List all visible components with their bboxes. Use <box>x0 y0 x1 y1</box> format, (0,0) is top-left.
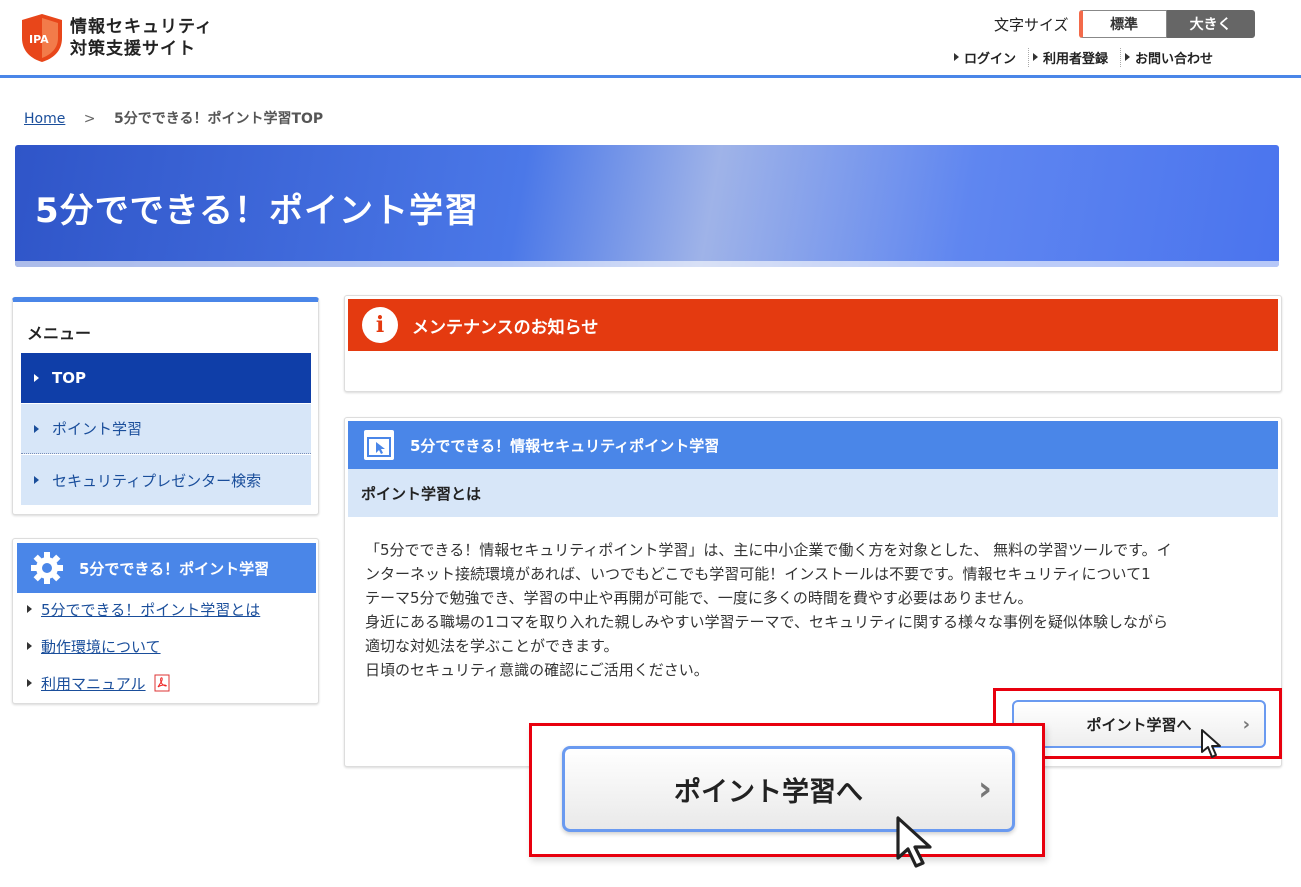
ipa-shield-icon: IPA <box>22 14 62 62</box>
learning-panel-subtitle: ポイント学習とは <box>348 469 1278 517</box>
mouse-cursor-icon-zoomed <box>896 816 932 868</box>
page-banner: 5分でできる！ポイント学習 <box>15 145 1279 267</box>
description-line: 身近にある職場の1コマを取り入れた親しみやすい学習テーマで、セキュリティに関する… <box>365 613 1169 631</box>
header-links: ログイン 利用者登録 お問い合わせ <box>950 48 1225 67</box>
sidebar-section-header: 5分でできる！ポイント学習 <box>17 543 316 593</box>
description-line: 適切な対処法を学ぶことができます。 <box>365 637 619 655</box>
login-link[interactable]: ログイン <box>950 48 1030 67</box>
contact-link[interactable]: お問い合わせ <box>1121 48 1225 67</box>
breadcrumb-home-link[interactable]: Home <box>24 111 65 127</box>
logo-line1: 情報セキュリティ <box>70 17 213 37</box>
menu-title: メニュー <box>27 324 92 343</box>
site-logo[interactable]: IPA 情報セキュリティ 対策支援サイト <box>20 12 213 64</box>
maintenance-title: メンテナンスのお知らせ <box>412 317 599 338</box>
sidebar-menu: メニュー TOP ポイント学習 セキュリティプレゼンター検索 <box>12 297 319 515</box>
learning-panel-title: 5分でできる！情報セキュリティポイント学習 <box>410 436 720 455</box>
maintenance-header: i メンテナンスのお知らせ <box>348 299 1278 351</box>
site-header: IPA 情報セキュリティ 対策支援サイト 文字サイズ 標準 大きく ログイン 利… <box>0 0 1301 78</box>
sidebar-section-point-learning: 5分でできる！ポイント学習 5分でできる！ポイント学習とは 動作環境について 利… <box>12 538 319 704</box>
gear-icon <box>31 552 63 584</box>
go-to-point-learning-button[interactable]: ポイント学習へ › <box>1012 700 1266 748</box>
breadcrumb-current: 5分でできる！ポイント学習TOP <box>113 111 324 127</box>
register-link[interactable]: 利用者登録 <box>1029 48 1122 67</box>
chevron-right-icon: › <box>977 769 992 809</box>
sidebar-link-about: 5分でできる！ポイント学習とは <box>27 599 260 620</box>
environment-link[interactable]: 動作環境について <box>41 638 161 656</box>
font-size-large-button[interactable]: 大きく <box>1166 10 1255 38</box>
description-line: ンターネット接続環境があれば、いつでもどこでも学習可能！インストールは不要です。… <box>365 565 1151 583</box>
font-size-label: 文字サイズ <box>994 15 1069 34</box>
font-size-standard-button[interactable]: 標準 <box>1078 10 1167 38</box>
chevron-right-icon: › <box>1242 714 1250 735</box>
description-line: 日頃のセキュリティ意識の確認にご活用ください。 <box>365 661 709 679</box>
learning-panel-header: 5分でできる！情報セキュリティポイント学習 <box>348 421 1278 469</box>
sidebar-item-point-learning[interactable]: ポイント学習 <box>21 404 311 454</box>
font-size-switcher: 文字サイズ 標準 大きく <box>994 10 1255 38</box>
breadcrumb-separator: > <box>83 111 96 127</box>
sidebar-item-presenter-search[interactable]: セキュリティプレゼンター検索 <box>21 455 311 505</box>
description-line: テーマ5分で勉強でき、学習の中止や再開が可能で、一度に多くの時間を費やす必要はあ… <box>365 589 1033 607</box>
logo-line2: 対策支援サイト <box>70 39 196 59</box>
breadcrumb: Home > 5分でできる！ポイント学習TOP <box>24 108 323 128</box>
maintenance-notice: i メンテナンスのお知らせ <box>344 295 1282 392</box>
window-cursor-icon <box>364 430 394 460</box>
go-to-point-learning-zoom-label: ポイント学習へ <box>674 776 863 808</box>
page-title: 5分でできる！ポイント学習 <box>35 191 479 231</box>
go-to-point-learning-label: ポイント学習へ <box>1086 715 1192 734</box>
about-link[interactable]: 5分でできる！ポイント学習とは <box>41 601 260 619</box>
sidebar-link-manual: 利用マニュアル <box>27 673 170 694</box>
sidebar-link-environment: 動作環境について <box>27 636 161 657</box>
learning-description: 「5分でできる！情報セキュリティポイント学習」は、主に中小企業で働く方を対象とし… <box>365 538 1265 682</box>
go-to-point-learning-button-zoomed[interactable]: ポイント学習へ › <box>562 746 1015 832</box>
manual-link[interactable]: 利用マニュアル <box>41 675 146 693</box>
sidebar-item-top[interactable]: TOP <box>21 353 311 403</box>
logo-mark: IPA <box>29 33 49 46</box>
pdf-icon <box>154 674 170 692</box>
info-icon: i <box>362 307 398 343</box>
mouse-cursor-icon <box>1201 729 1221 758</box>
description-line: 「5分でできる！情報セキュリティポイント学習」は、主に中小企業で働く方を対象とし… <box>365 541 1172 559</box>
sidebar-section-title: 5分でできる！ポイント学習 <box>79 559 270 578</box>
